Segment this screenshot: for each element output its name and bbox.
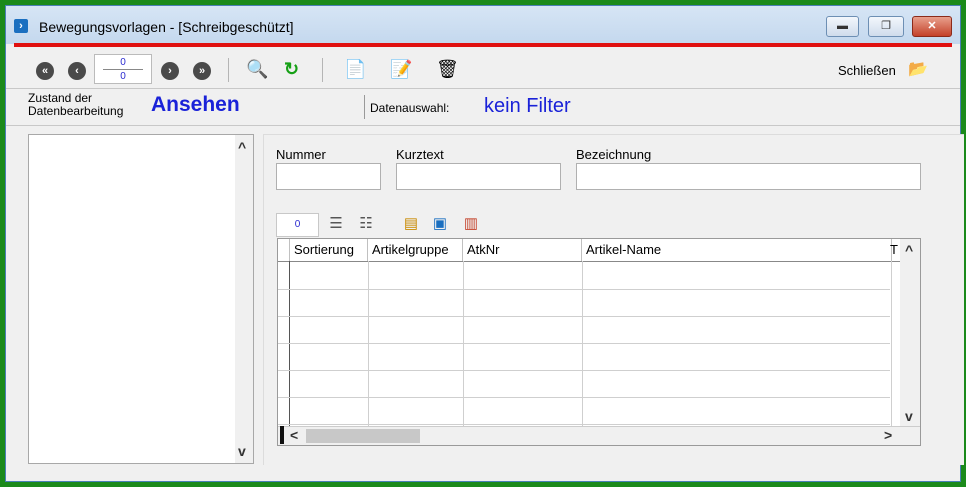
- window-title: Bewegungsvorlagen - [Schreibgeschützt]: [39, 19, 294, 35]
- next-record-icon[interactable]: ›: [161, 62, 179, 80]
- close-window-button[interactable]: ✕: [912, 16, 952, 37]
- delete-document-icon[interactable]: 🗑: [436, 59, 459, 79]
- grid-scroll-up-icon[interactable]: ^: [905, 242, 913, 258]
- grid-col-line: [368, 261, 369, 427]
- row-indicator-column: [278, 261, 290, 427]
- scroll-up-icon[interactable]: ^: [238, 139, 246, 155]
- status-separator: [364, 95, 365, 119]
- last-record-icon[interactable]: »: [193, 62, 211, 80]
- state-label: Zustand der Datenbearbeitung: [28, 92, 123, 118]
- refresh-icon[interactable]: ↻: [284, 59, 299, 79]
- grid-row-marker: [280, 426, 284, 444]
- grid-col-line: [463, 261, 464, 427]
- column-header-artikel-name[interactable]: Artikel-Name: [582, 239, 892, 261]
- record-counter-total: 0: [120, 71, 126, 82]
- edit-document-icon[interactable]: 📝: [390, 59, 412, 79]
- grid-col-line: [582, 261, 583, 427]
- title-accent-line: [14, 43, 952, 47]
- grid-scroll-down-icon[interactable]: v: [905, 408, 913, 424]
- grid-row-line: [278, 370, 890, 371]
- grid-scroll-thumb[interactable]: [306, 429, 420, 443]
- grid-horizontal-scrollbar[interactable]: < >: [278, 426, 920, 445]
- state-label-line2: Datenbearbeitung: [28, 104, 124, 118]
- status-bar: Zustand der Datenbearbeitung Ansehen Dat…: [6, 88, 960, 126]
- grid-row-line: [278, 316, 890, 317]
- grid-vertical-scrollbar[interactable]: ^ v: [900, 239, 920, 427]
- grid-scroll-left-icon[interactable]: <: [290, 427, 298, 443]
- maximize-button[interactable]: ❐: [868, 16, 904, 37]
- grid-list-edit-icon[interactable]: ☷: [356, 214, 376, 234]
- grid-row-line: [278, 289, 890, 290]
- close-button-label[interactable]: Schließen: [838, 63, 896, 78]
- grid-row-line: [278, 424, 890, 425]
- grid-list-icon[interactable]: ☰: [326, 214, 346, 234]
- record-counter-current: 0: [120, 57, 126, 68]
- filter-label: Datenauswahl:: [370, 101, 450, 115]
- grid-save-row-icon[interactable]: ▣: [430, 214, 450, 234]
- kurztext-field[interactable]: [396, 163, 561, 190]
- main-toolbar: « ‹ 0 0 › » 🔍 ↻ 📄 📝 🗑 Schließen 📂: [6, 50, 960, 88]
- toolbar-separator: [322, 58, 323, 82]
- state-value: Ansehen: [151, 93, 240, 116]
- grid-col-line: [891, 261, 892, 427]
- grid-header: Sortierung Artikelgruppe AtkNr Artikel-N…: [278, 239, 920, 262]
- nummer-field[interactable]: [276, 163, 381, 190]
- minimize-button[interactable]: ▬: [826, 16, 859, 37]
- grid-record-count: 0: [276, 213, 319, 237]
- grid-row-line: [278, 397, 890, 398]
- title-bar: › Bewegungsvorlagen - [Schreibgeschützt]…: [6, 6, 960, 44]
- scroll-down-icon[interactable]: v: [238, 443, 246, 459]
- column-header-artikelgruppe[interactable]: Artikelgruppe: [368, 239, 463, 261]
- first-record-icon[interactable]: «: [36, 62, 54, 80]
- record-counter[interactable]: 0 0: [94, 54, 152, 84]
- grid-scroll-right-icon[interactable]: >: [884, 427, 892, 443]
- column-header-atknr[interactable]: AtkNr: [463, 239, 582, 261]
- previous-record-icon[interactable]: ‹: [68, 62, 86, 80]
- articles-grid[interactable]: Sortierung Artikelgruppe AtkNr Artikel-N…: [277, 238, 921, 446]
- column-header-sortierung[interactable]: Sortierung: [290, 239, 368, 261]
- record-counter-divider: [103, 69, 143, 70]
- nummer-label: Nummer: [276, 147, 326, 162]
- grid-delete-row-icon[interactable]: ▥: [461, 214, 481, 234]
- app-icon: ›: [14, 19, 28, 33]
- grid-row-line: [278, 343, 890, 344]
- row-indicator-header: [278, 239, 290, 261]
- close-folder-icon[interactable]: 📂: [908, 59, 928, 79]
- main-window: › Bewegungsvorlagen - [Schreibgeschützt]…: [5, 5, 964, 482]
- new-document-icon[interactable]: 📄: [344, 59, 366, 79]
- filter-value: kein Filter: [484, 95, 571, 117]
- bezeichnung-label: Bezeichnung: [576, 147, 652, 162]
- search-icon[interactable]: 🔍: [246, 59, 268, 79]
- tree-list-panel[interactable]: ^ v: [28, 134, 254, 464]
- toolbar-separator: [228, 58, 229, 82]
- bezeichnung-field[interactable]: [576, 163, 921, 190]
- kurztext-label: Kurztext: [396, 147, 444, 162]
- grid-insert-row-icon[interactable]: ▤: [401, 214, 421, 234]
- tree-list-scrollbar[interactable]: ^ v: [235, 135, 253, 463]
